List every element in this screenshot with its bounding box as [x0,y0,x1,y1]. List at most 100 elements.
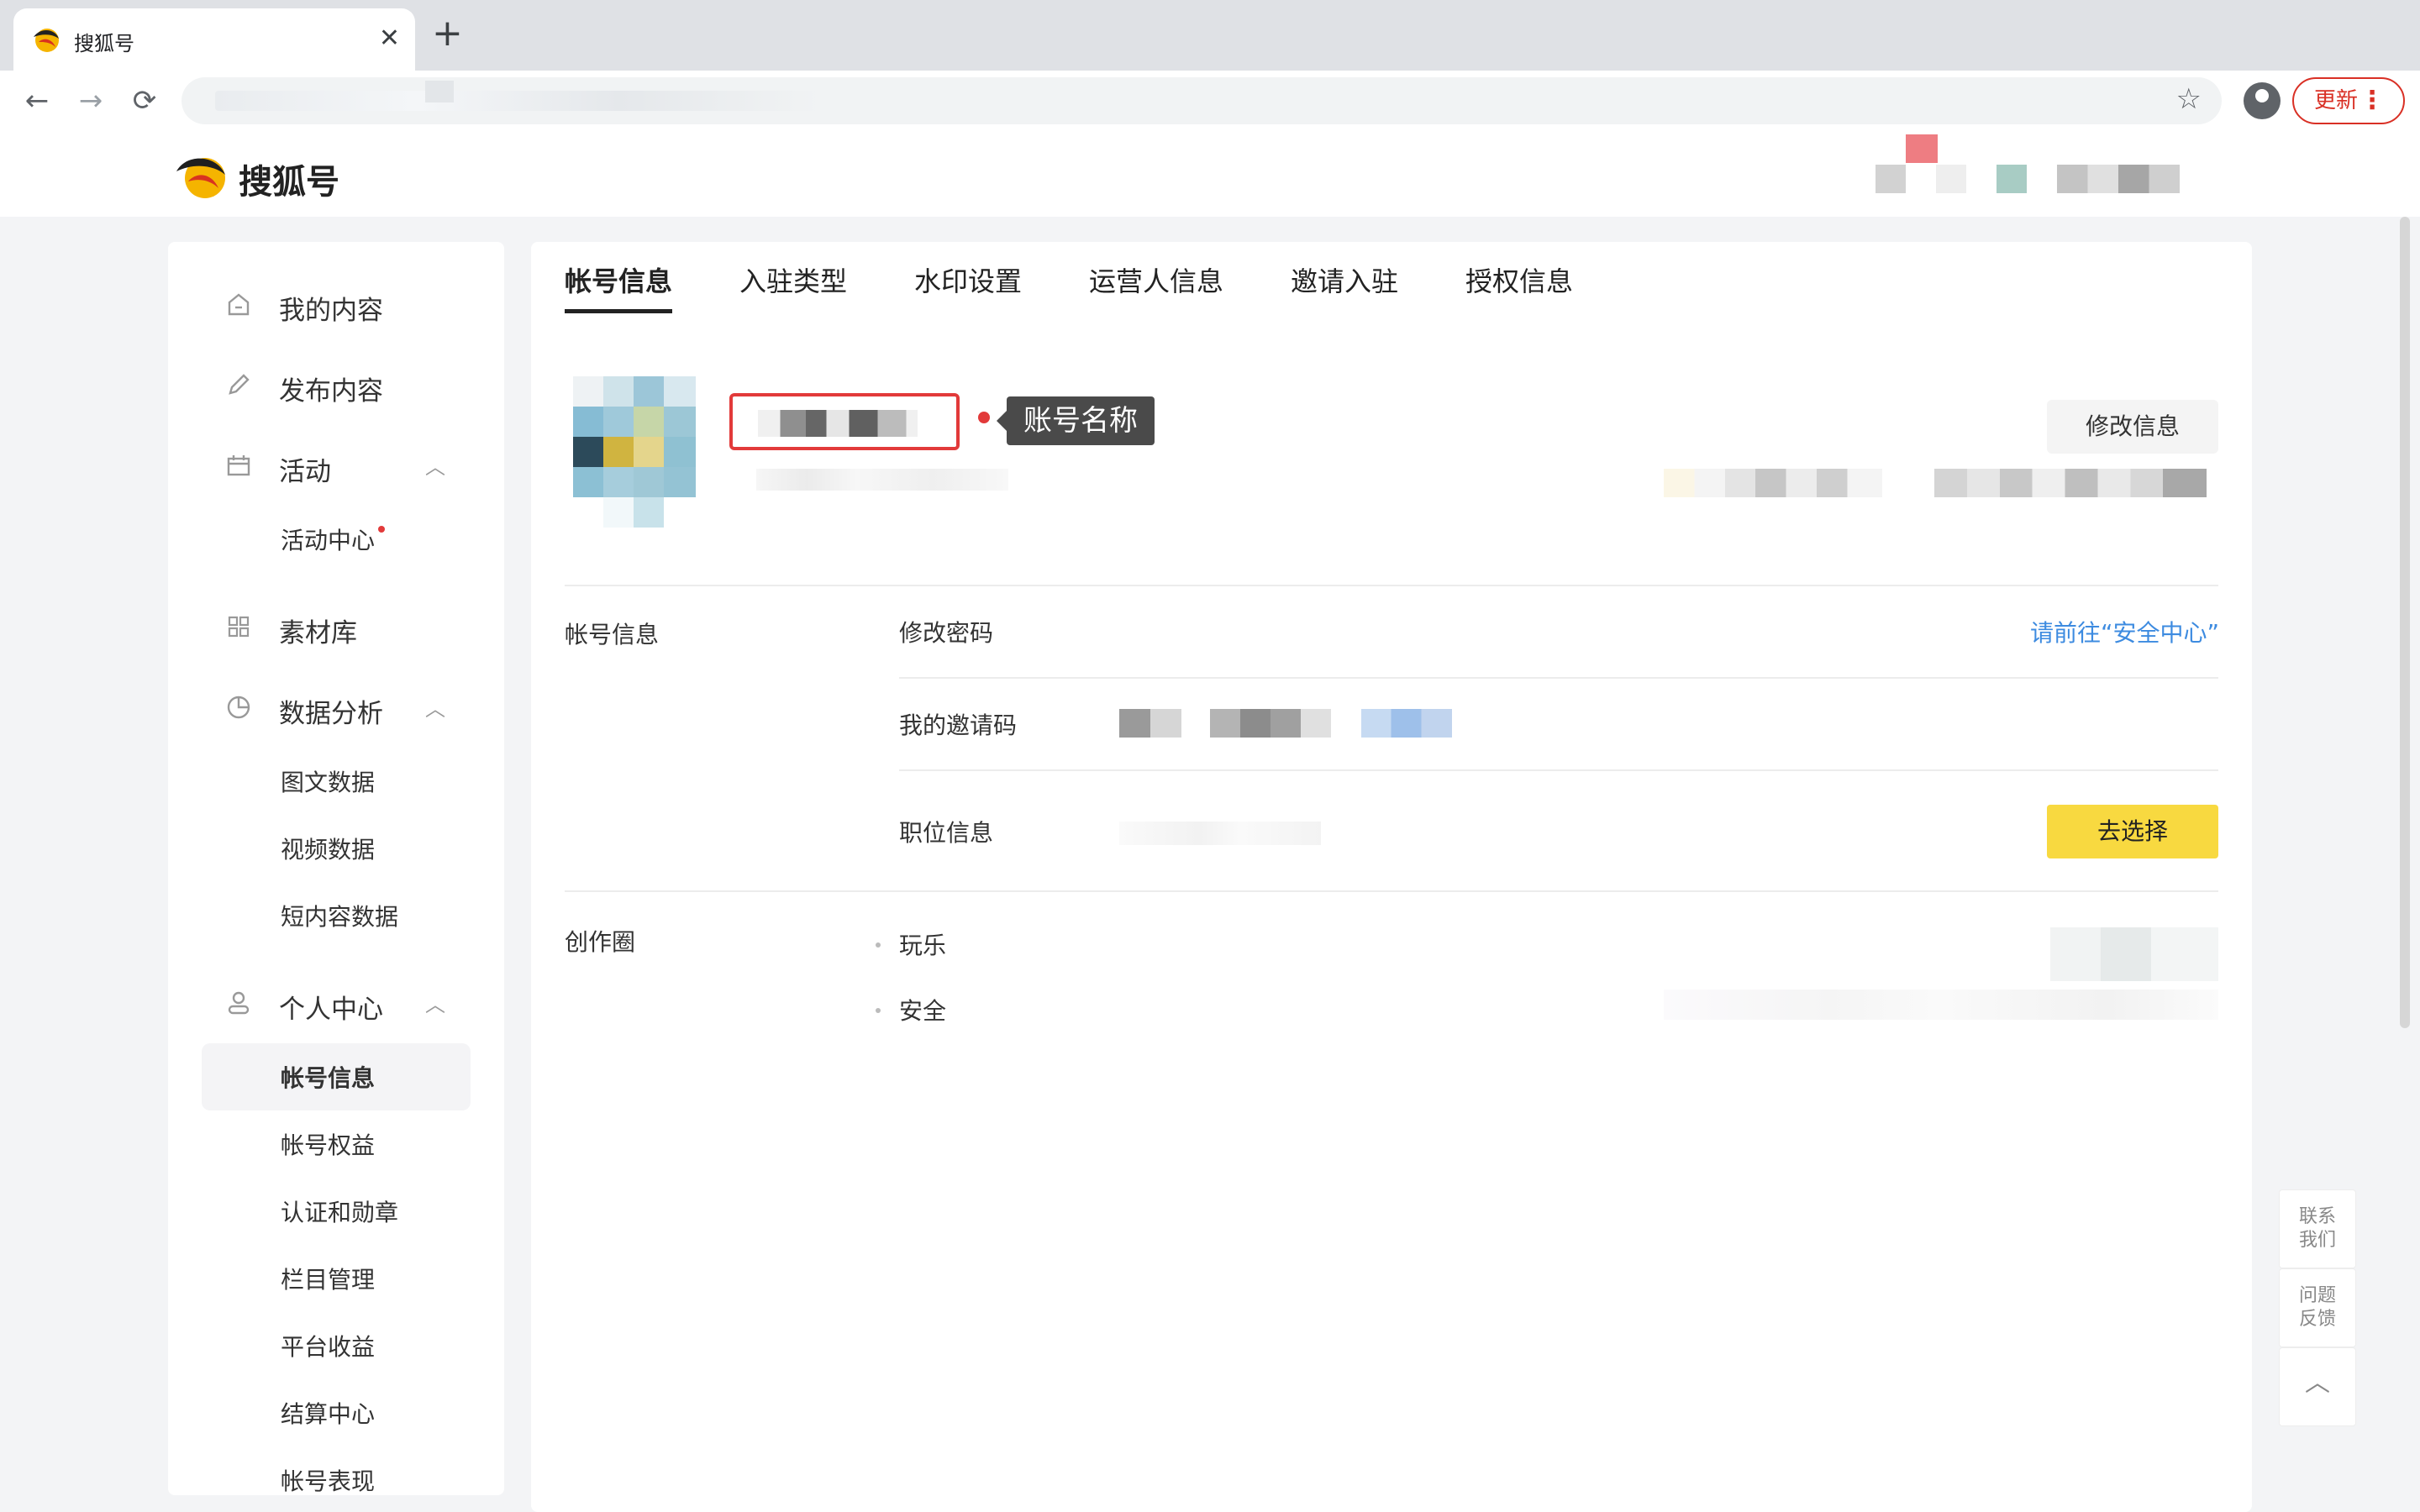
profile-avatar-icon[interactable] [2244,82,2281,119]
browser-toolbar: ← → ⟳ ☆ 更新 ⋮ [0,71,2420,133]
chevron-up-icon[interactable]: ︿ [425,450,445,480]
sidebar-item-label: 发布内容 [279,376,383,407]
section-divider [565,890,2218,892]
user-icon [228,991,250,1015]
account-name-highlight [729,393,960,450]
sidebar-subitem-account-info[interactable]: 帐号信息 [281,1060,375,1094]
row-divider [899,677,2218,679]
sidebar-item-activity[interactable]: 活动 ︿ [168,440,504,491]
tab-operator-info[interactable]: 运营人信息 [1089,260,1223,299]
tab-watermark[interactable]: 水印设置 [914,260,1022,299]
security-center-link[interactable]: 请前往“安全中心” [2030,615,2219,648]
bullet-dot [876,942,881,948]
sidebar-item-label: 素材库 [279,618,357,648]
forward-arrow-icon[interactable]: → [71,81,111,121]
home-icon [228,293,250,316]
new-tab-icon[interactable]: + [432,15,463,52]
section-divider [565,585,2218,586]
calendar-icon [227,455,250,476]
sidebar-subitem-certification[interactable]: 认证和勋章 [281,1194,398,1228]
sidebar-subitem-platform-revenue[interactable]: 平台收益 [281,1329,375,1362]
sidebar-subitem-article-data[interactable]: 图文数据 [281,764,375,798]
chevron-up-icon[interactable]: ︿ [425,692,445,722]
main-panel: 帐号信息 入驻类型 水印设置 运营人信息 邀请入驻 授权信息 账号名称 修改信息… [531,242,2252,1512]
sidebar-subitem-activity-center[interactable]: 活动中心 [281,522,375,556]
blurred-circle-info [2050,927,2218,981]
edit-info-button[interactable]: 修改信息 [2047,400,2218,454]
sidebar-item-label: 数据分析 [279,699,383,729]
sidebar: 我的内容 发布内容 活动 ︿ 活动中心 素材库 数据分析 ︿ 图文数据 视频数据… [168,242,504,1495]
pie-chart-icon [227,696,250,719]
browser-tab-strip: 搜狐号 ✕ + [0,0,2420,71]
sidebar-item-materials[interactable]: 素材库 [168,601,504,652]
feedback-label: 问题 反馈 [2298,1285,2336,1330]
sohu-logo-icon [176,158,225,198]
browser-menu-icon[interactable]: ⋮ [2360,79,2385,123]
sidebar-item-data-analysis[interactable]: 数据分析 ︿ [168,682,504,732]
sidebar-item-my-content[interactable]: 我的内容 [168,279,504,329]
choose-position-button[interactable]: 去选择 [2047,805,2218,858]
blurred-invite-code [1210,709,1331,738]
sidebar-item-label: 个人中心 [279,995,383,1025]
blurred-header-block [1936,165,1966,193]
sidebar-item-label: 我的内容 [279,296,383,326]
blurred-header-block [1996,165,2027,193]
feedback-button[interactable]: 问题 反馈 [2279,1268,2356,1347]
back-arrow-icon[interactable]: ← [17,81,57,121]
sidebar-subitem-account-performance[interactable]: 帐号表现 [281,1463,375,1497]
section-label-account: 帐号信息 [565,621,660,648]
blurred-url [215,91,820,111]
contact-us-button[interactable]: 联系 我们 [2279,1189,2356,1268]
row-label-position: 职位信息 [899,819,994,847]
bullet-dot [876,1008,881,1013]
grid-icon [228,616,250,638]
row-divider [899,769,2218,771]
blurred-account-stats [1934,469,2207,497]
active-tab-underline [565,309,672,313]
sohu-favicon-icon [34,29,59,52]
chevron-up-icon[interactable]: ︿ [425,988,445,1017]
sidebar-item-publish[interactable]: 发布内容 [168,360,504,410]
tab-account-info[interactable]: 帐号信息 [565,260,672,299]
blurred-url-block [425,81,454,102]
scrollbar-thumb[interactable] [2400,217,2410,1028]
tab-settlement-type[interactable]: 入驻类型 [739,260,847,299]
blurred-circle-info [1664,990,2218,1020]
tab-close-icon[interactable]: ✕ [379,22,400,55]
browser-tab[interactable]: 搜狐号 ✕ [13,8,415,71]
update-label: 更新 [2314,88,2359,113]
notification-dot [378,526,385,533]
address-bar[interactable]: ☆ [182,77,2222,124]
sidebar-subitem-column-management[interactable]: 栏目管理 [281,1262,375,1295]
sidebar-item-personal-center[interactable]: 个人中心 ︿ [168,978,504,1028]
blurred-account-meta [756,469,1008,491]
bookmark-star-icon[interactable]: ☆ [2176,82,2202,116]
blurred-account-stats [1664,469,1882,497]
blurred-position-value [1119,822,1321,845]
blurred-account-name [758,410,918,437]
sidebar-subitem-account-rights[interactable]: 帐号权益 [281,1127,375,1161]
sidebar-item-label: 活动 [279,457,331,487]
tab-authorization[interactable]: 授权信息 [1465,260,1573,299]
creation-circle-item: 安全 [899,997,947,1025]
section-label-creation-circle: 创作圈 [565,928,636,956]
chevron-up-icon: ︿ [2305,1368,2330,1398]
account-name-callout: 账号名称 [997,396,1155,445]
tab-invite[interactable]: 邀请入驻 [1291,260,1398,299]
blurred-header-block [1876,165,1906,193]
sidebar-subitem-settlement-center[interactable]: 结算中心 [281,1396,375,1430]
reload-icon[interactable]: ⟳ [124,81,165,121]
blurred-invite-code [1119,709,1181,738]
avatar [573,376,696,528]
row-label-invite-code: 我的邀请码 [899,711,1018,739]
site-header: 搜狐号 [0,131,2420,217]
sidebar-subitem-video-data[interactable]: 视频数据 [281,832,375,865]
update-button[interactable]: 更新 ⋮ [2292,77,2405,124]
blurred-header-block [2057,165,2180,193]
row-label-password: 修改密码 [899,619,994,647]
sidebar-subitem-short-content-data[interactable]: 短内容数据 [281,899,398,932]
page-scrollbar[interactable] [2396,217,2413,1512]
blurred-invite-code [1361,709,1452,738]
creation-circle-item: 玩乐 [899,932,947,959]
back-to-top-button[interactable]: ︿ [2279,1347,2356,1426]
